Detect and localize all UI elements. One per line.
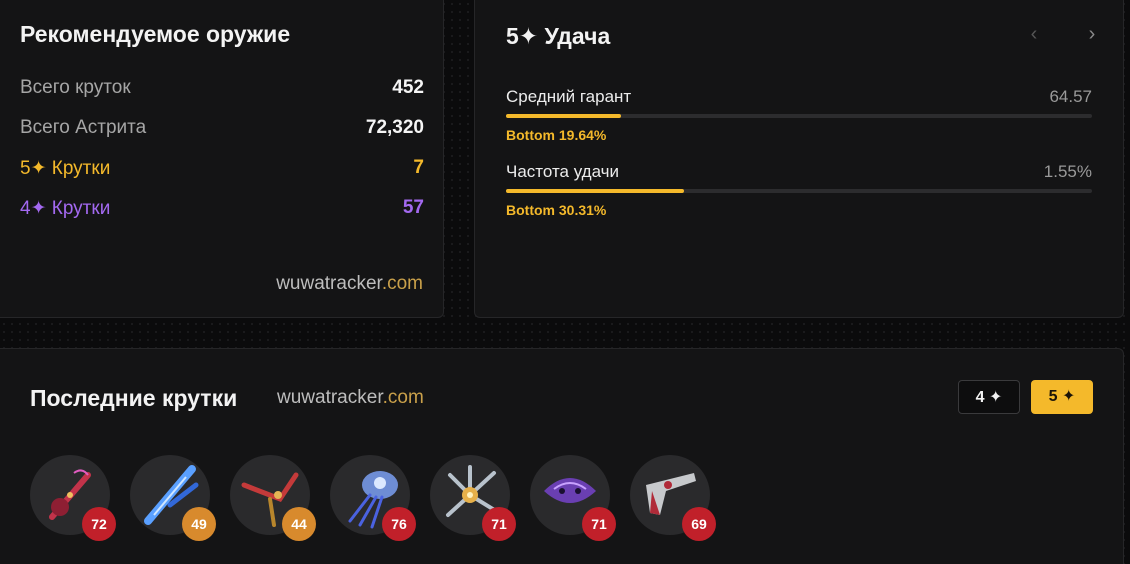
stat-value: 72,320 (365, 117, 424, 138)
stat-total-astrite: Всего Астрита 72,320 (20, 117, 424, 139)
brand-name: wuwatracker (277, 387, 383, 408)
pity-badge: 72 (82, 507, 116, 541)
filter-4star-button[interactable]: 4 ✦ (958, 380, 1020, 414)
recent-pull-item[interactable]: 69 (630, 455, 716, 541)
metric-value: 1.55% (1043, 162, 1092, 181)
brand-watermark: wuwatracker.com (277, 387, 424, 409)
progress-fill (506, 189, 684, 193)
pity-badge: 44 (282, 507, 316, 541)
metric-label: Средний гарант (506, 87, 632, 106)
stat-4star-pulls: 4✦ Крутки 57 (20, 197, 424, 220)
stat-total-pulls: Всего круток 452 (20, 77, 424, 99)
stat-label: 4✦ Крутки (20, 198, 111, 219)
pity-badge: 69 (682, 507, 716, 541)
metric-label: Частота удачи (506, 162, 620, 181)
luck-title: 5✦ Удача (506, 23, 611, 49)
recent-pull-item[interactable]: 71 (430, 455, 516, 541)
recent-pull-item[interactable]: 72 (30, 455, 116, 541)
recent-pull-item[interactable]: 44 (230, 455, 316, 541)
chevron-left-icon[interactable]: ‹ (1023, 23, 1045, 45)
progress-track (506, 189, 1092, 193)
pity-badge: 71 (482, 507, 516, 541)
recent-pull-item[interactable]: 71 (530, 455, 616, 541)
stat-value: 452 (392, 77, 424, 98)
progress-track (506, 114, 1092, 118)
metric-luck-rate: Частота удачи 1.55% Bottom 30.31% (506, 162, 1092, 218)
metric-average-pity: Средний гарант 64.57 Bottom 19.64% (506, 87, 1092, 143)
stat-value: 57 (402, 197, 424, 218)
pity-badge: 71 (582, 507, 616, 541)
featured-weapon-title: Рекомендуемое оружие (20, 21, 291, 47)
recent-pulls-card: Последние крутки wuwatracker.com 4 ✦ 5 ✦… (0, 348, 1124, 564)
brand-watermark: wuwatracker.com (276, 273, 423, 295)
pity-badge: 49 (182, 507, 216, 541)
brand-name: wuwatracker (276, 273, 382, 294)
stat-value: 7 (413, 157, 424, 178)
recent-pull-item[interactable]: 76 (330, 455, 416, 541)
metric-value: 64.57 (1049, 87, 1092, 106)
stat-label: 5✦ Крутки (20, 158, 111, 179)
recent-pulls-title: Последние крутки (30, 385, 238, 411)
chevron-right-icon[interactable]: › (1081, 23, 1103, 45)
stat-label: Всего круток (20, 77, 131, 98)
luck-card: 5✦ Удача ‹ › Средний гарант 64.57 Bottom… (474, 0, 1124, 318)
pity-badge: 76 (382, 507, 416, 541)
progress-fill (506, 114, 622, 118)
featured-weapon-card: Рекомендуемое оружие Всего круток 452 Вс… (0, 0, 444, 318)
brand-tld: .com (381, 273, 423, 294)
metric-percentile: Bottom 19.64% (506, 127, 607, 143)
stat-label: Всего Астрита (20, 117, 147, 138)
recent-pull-item[interactable]: 49 (130, 455, 216, 541)
brand-tld: .com (382, 387, 424, 408)
metric-percentile: Bottom 30.31% (506, 202, 607, 218)
stat-5star-pulls: 5✦ Крутки 7 (20, 157, 424, 180)
filter-5star-button[interactable]: 5 ✦ (1031, 380, 1093, 414)
